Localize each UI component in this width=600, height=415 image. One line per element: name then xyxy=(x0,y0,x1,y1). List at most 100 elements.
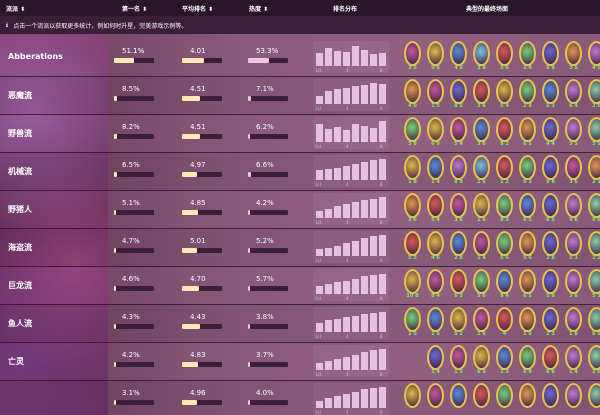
minion-card[interactable] xyxy=(540,382,561,415)
table-row[interactable]: 巨龙流 4.6% 4.70 5.7% 1st 4 8 10 8 8 4 6 3 5 6 8 4 6 5 5… xyxy=(0,266,600,305)
minion-card[interactable]: 1 2 xyxy=(586,230,600,264)
minion-card[interactable]: 3 6 xyxy=(448,192,469,226)
minion-card[interactable]: 5 4 xyxy=(448,116,469,150)
minion-card[interactable]: 4 xyxy=(494,306,515,340)
minion-card[interactable]: 5 3 xyxy=(563,230,584,264)
minion-card[interactable]: 3 6 xyxy=(586,78,600,112)
minion-card[interactable]: 9 8 xyxy=(540,154,561,188)
minion-card[interactable]: 3 6 xyxy=(471,78,492,112)
minion-card[interactable] xyxy=(425,382,446,415)
minion-card[interactable]: 5 4 xyxy=(494,78,515,112)
minion-card[interactable]: 1 8 xyxy=(402,154,423,188)
minion-card[interactable]: 3 6 xyxy=(471,116,492,150)
minion-card[interactable]: 6 5 xyxy=(471,344,492,378)
table-row[interactable]: 3.1% 4.96 4.0% 1st 4 8 xyxy=(0,380,600,415)
minion-card[interactable]: 8 5 xyxy=(448,78,469,112)
minion-card[interactable]: 1 5 xyxy=(402,306,423,340)
minion-card[interactable]: 3 6 xyxy=(563,154,584,188)
minion-card[interactable]: 6 3 xyxy=(448,268,469,302)
minion-card[interactable]: 5 6 xyxy=(494,230,515,264)
minion-card[interactable]: 5 3 xyxy=(586,268,600,302)
minion-card[interactable]: 6 3 xyxy=(517,154,538,188)
minion-card[interactable]: 1 5 xyxy=(425,78,446,112)
minion-card[interactable]: 1 6 xyxy=(471,154,492,188)
minion-card[interactable]: 4 4 xyxy=(540,116,561,150)
minion-card[interactable]: 1 4 xyxy=(517,40,538,74)
minion-card[interactable]: 6 5 xyxy=(517,116,538,150)
header-type[interactable]: 流派 ⬍ xyxy=(6,4,25,13)
table-row[interactable]: 机械流 6.5% 4.97 6.6% 1st 4 8 1 8 1 4 8 9 1 6 1 2 6 3 9 … xyxy=(0,152,600,191)
minion-card[interactable]: 4 9 xyxy=(402,78,423,112)
table-row[interactable]: 海盗流 4.7% 5.01 5.2% 1st 4 8 5 3 4 6 2 8 1 4 5 6 5 6 2 … xyxy=(0,228,600,267)
minion-card[interactable]: 6 5 xyxy=(517,192,538,226)
header-first[interactable]: 第一名 ⬍ xyxy=(122,4,147,13)
minion-card[interactable]: 3 5 xyxy=(563,116,584,150)
minion-card[interactable]: 6 5 xyxy=(517,268,538,302)
minion-card[interactable]: 8 4 xyxy=(494,268,515,302)
header-avg[interactable]: 平均排名 ⬍ xyxy=(182,4,213,13)
minion-card[interactable]: 2 0 xyxy=(586,344,600,378)
minion-card[interactable]: 5 4 xyxy=(425,192,446,226)
minion-card[interactable] xyxy=(494,382,515,415)
minion-card[interactable]: 5 3 xyxy=(402,230,423,264)
minion-card[interactable]: 1 2 xyxy=(494,154,515,188)
minion-card[interactable]: 1 5 xyxy=(425,306,446,340)
minion-card[interactable] xyxy=(563,382,584,415)
minion-card[interactable]: 6 5 xyxy=(586,306,600,340)
minion-card[interactable]: 9 6 xyxy=(563,192,584,226)
minion-card[interactable]: 8 4 xyxy=(425,268,446,302)
table-row[interactable]: 野猪人 5.1% 4.85 4.2% 1st 4 8 3 6 5 4 3 6 1 6 8 3 6 5 6 … xyxy=(0,190,600,229)
minion-card[interactable]: 6 9 xyxy=(425,116,446,150)
minion-card[interactable]: 1 3 xyxy=(494,344,515,378)
minion-card[interactable]: 9 6 xyxy=(425,40,446,74)
table-row[interactable]: 野兽流 8.2% 4.51 6.2% 1st 4 8 3 8 6 9 5 4 3 6 8 3 6 5 4 … xyxy=(0,114,600,153)
minion-card[interactable]: 5 2 xyxy=(448,306,469,340)
minion-card[interactable]: 8 3 xyxy=(494,116,515,150)
minion-card[interactable]: 3 5 xyxy=(402,40,423,74)
minion-card[interactable]: 5 9 xyxy=(540,40,561,74)
minion-card[interactable]: 2 8 xyxy=(517,78,538,112)
minion-card[interactable]: 5 6 xyxy=(494,40,515,74)
minion-card[interactable] xyxy=(402,382,423,415)
minion-card[interactable]: 3 8 xyxy=(402,116,423,150)
header-heat[interactable]: 热度 ⬍ xyxy=(249,4,268,13)
minion-card[interactable]: 1 6 xyxy=(471,306,492,340)
minion-card[interactable]: 4 6 xyxy=(425,230,446,264)
minion-card[interactable] xyxy=(586,382,600,415)
minion-card[interactable]: 4 5 xyxy=(586,40,600,74)
minion-card[interactable]: 6 6 xyxy=(540,344,561,378)
minion-card[interactable] xyxy=(517,382,538,415)
minion-card[interactable]: 1 4 xyxy=(425,344,446,378)
minion-card[interactable]: 6 9 xyxy=(517,344,538,378)
minion-card[interactable]: 3 6 xyxy=(402,192,423,226)
minion-card[interactable]: 8 9 xyxy=(448,154,469,188)
minion-card[interactable]: 6 5 xyxy=(540,192,561,226)
minion-card[interactable]: 3 5 xyxy=(563,40,584,74)
minion-card[interactable]: 10 8 xyxy=(402,268,423,302)
minion-card[interactable]: 3 8 xyxy=(471,40,492,74)
minion-card[interactable]: 3 5 xyxy=(586,116,600,150)
minion-card[interactable]: 5 6 xyxy=(471,268,492,302)
minion-card[interactable]: 2 1 xyxy=(586,154,600,188)
minion-card[interactable]: 2 8 xyxy=(540,230,561,264)
minion-card[interactable]: 1 4 xyxy=(471,230,492,264)
minion-card[interactable]: 1 8 xyxy=(563,306,584,340)
minion-card[interactable]: 5 9 xyxy=(540,268,561,302)
minion-card[interactable]: 8 3 xyxy=(494,192,515,226)
minion-card[interactable]: 5 3 xyxy=(540,78,561,112)
minion-card[interactable]: 9 6 xyxy=(586,192,600,226)
minion-card[interactable]: 6 4 xyxy=(563,78,584,112)
minion-card[interactable]: 2 8 xyxy=(448,230,469,264)
minion-card[interactable]: 1 4 xyxy=(425,154,446,188)
minion-card[interactable] xyxy=(471,382,492,415)
minion-card[interactable]: 1 0 xyxy=(517,306,538,340)
minion-card[interactable]: 1 4 xyxy=(563,344,584,378)
minion-card[interactable]: 1 6 xyxy=(471,192,492,226)
table-row[interactable]: 恶魔流 8.5% 4.51 7.1% 1st 4 8 4 9 1 5 8 5 3 6 5 4 2 8 5 … xyxy=(0,76,600,115)
minion-card[interactable]: 2 3 xyxy=(540,306,561,340)
table-row[interactable]: Abberations 51.1% 4.01 53.3% 1st 4 8 3 59 64 53… xyxy=(0,38,600,77)
minion-card[interactable]: 1 5 xyxy=(448,344,469,378)
minion-card[interactable]: 3 6 xyxy=(563,268,584,302)
minion-card[interactable]: 4 5 xyxy=(448,40,469,74)
minion-card[interactable]: 5 6 xyxy=(517,230,538,264)
